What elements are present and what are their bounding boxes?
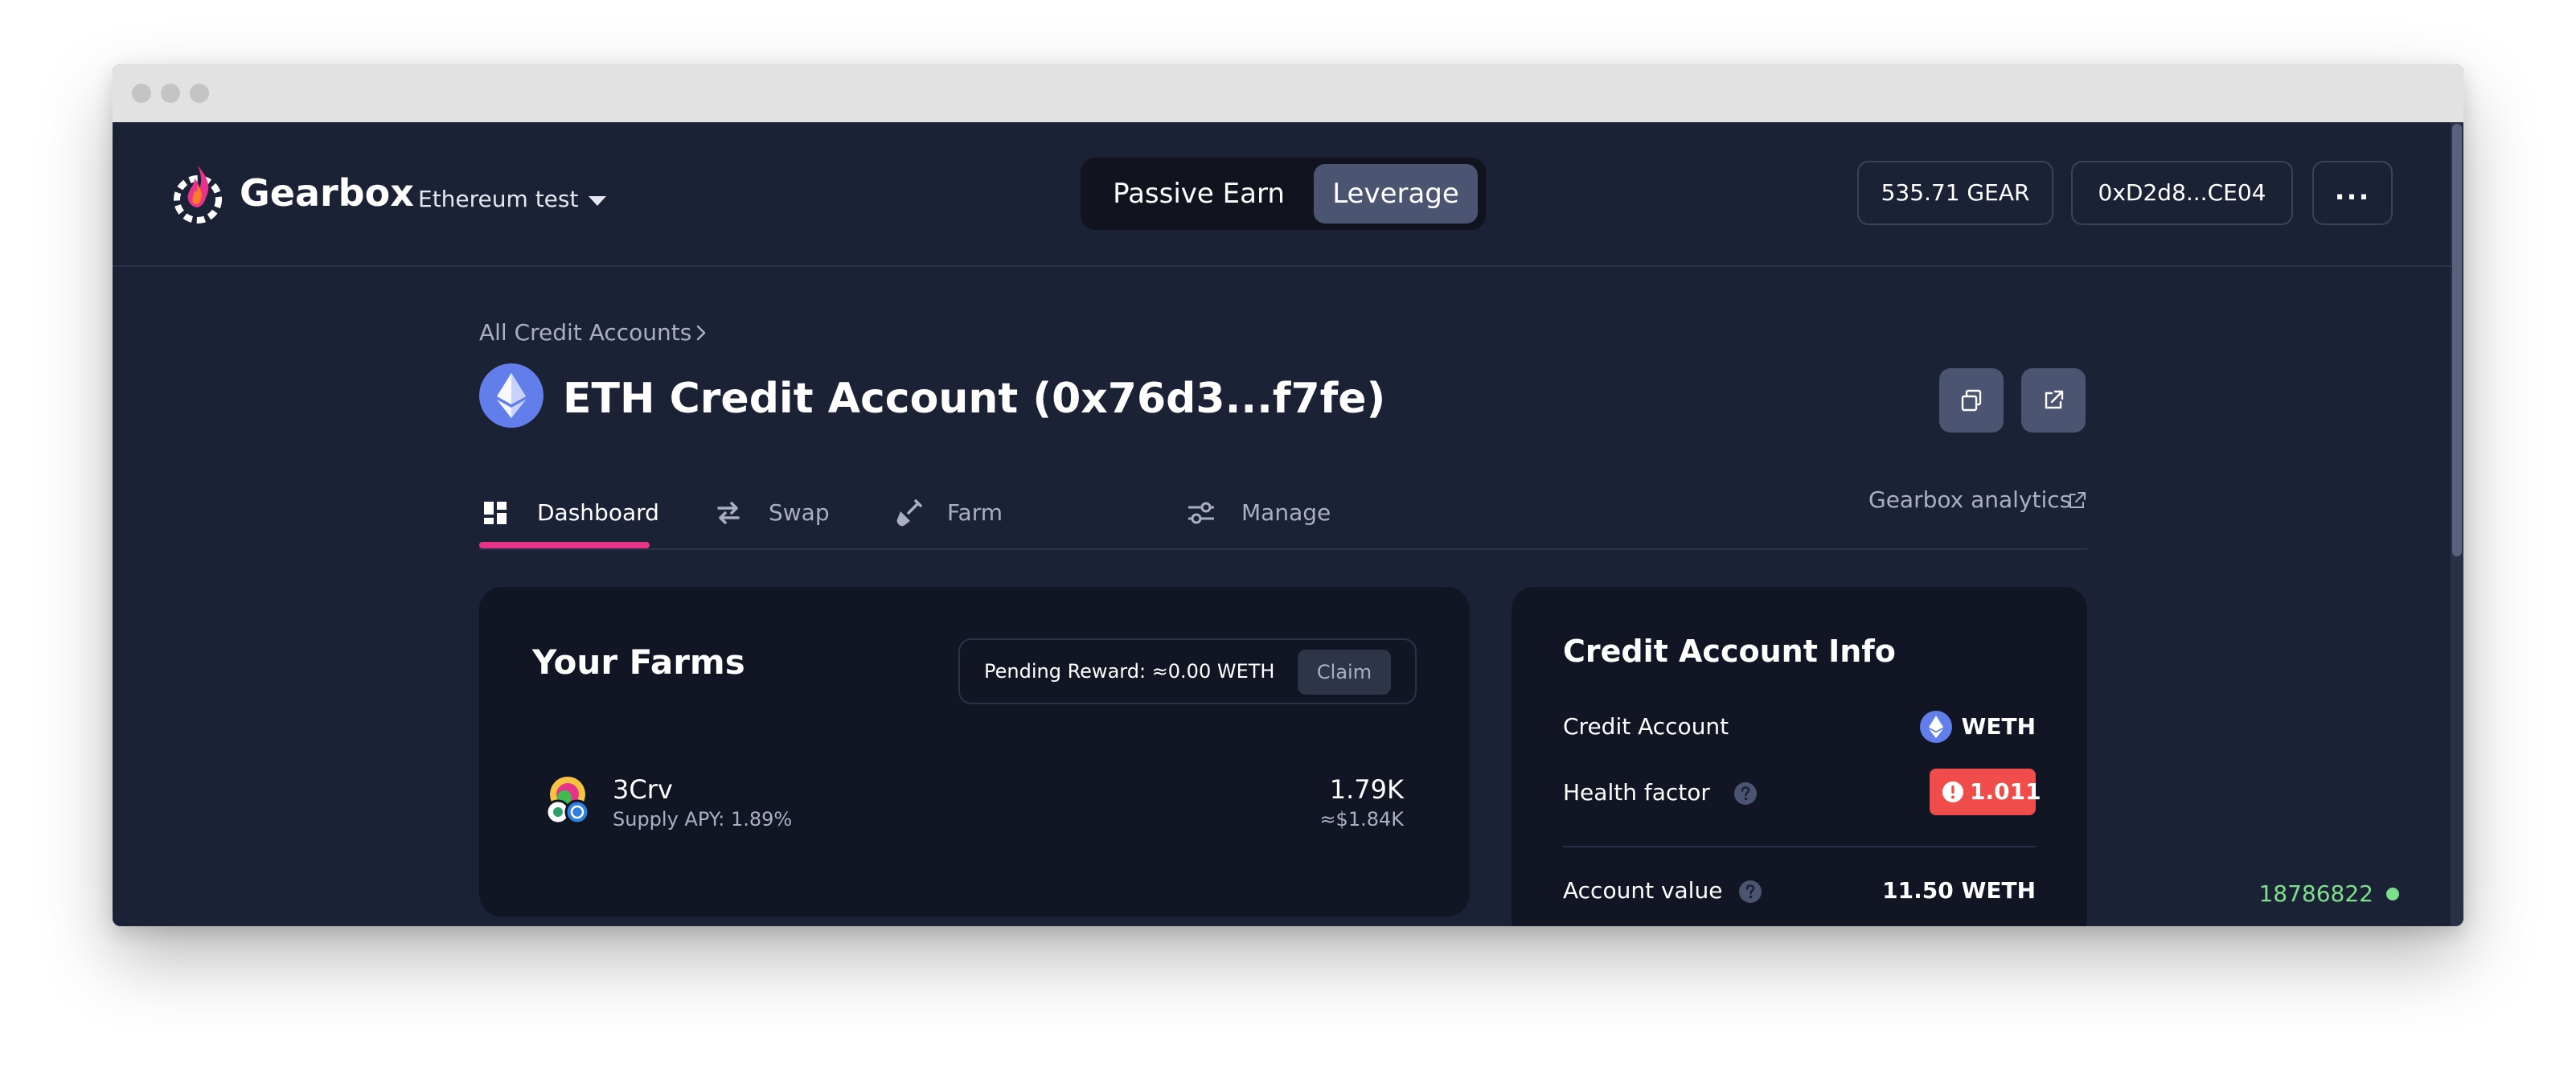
chevron-right-icon — [696, 325, 706, 341]
help-question-icon[interactable] — [1738, 880, 1762, 904]
window-titlebar — [113, 64, 2463, 122]
credit-account-info-card: Credit Account Info Credit Account WETH … — [1512, 587, 2087, 926]
farm-name[interactable]: 3Crv — [613, 773, 673, 806]
claim-button[interactable]: Claim — [1298, 650, 1391, 695]
account-value: 11.50 WETH — [1882, 877, 2036, 904]
health-factor-value: 1.011 — [1970, 778, 2041, 805]
external-link-icon[interactable] — [2066, 490, 2087, 511]
gearbox-analytics-link[interactable]: Gearbox analytics — [1868, 486, 2071, 515]
tab-farm-label: Farm — [947, 499, 1003, 526]
health-factor-label: Health factor — [1563, 779, 1710, 806]
copy-address-button[interactable] — [1939, 368, 2004, 433]
wallet-address-button[interactable]: 0xD2d8...CE04 — [2071, 161, 2293, 225]
app-root: Gearbox Ethereum test Passive Earn Lever… — [113, 122, 2463, 926]
credit-account-asset: WETH — [1961, 713, 2036, 740]
mode-toggle: Passive Earn Leverage — [1081, 158, 1486, 230]
warning-alert-icon — [1942, 781, 1963, 802]
eth-token-icon — [479, 363, 544, 428]
weth-token-icon — [1920, 711, 1952, 743]
window-minimize-dot[interactable] — [161, 84, 180, 103]
dashboard-icon — [484, 502, 507, 524]
credit-account-label: Credit Account — [1563, 713, 1729, 740]
tab-dashboard-label: Dashboard — [537, 499, 659, 526]
3crv-token-icon — [545, 777, 590, 825]
farm-shovel-icon — [896, 499, 922, 527]
scrollbar-thumb[interactable] — [2452, 124, 2462, 556]
gear-balance-button[interactable]: 535.71 GEAR — [1857, 161, 2053, 225]
external-link-icon — [2045, 390, 2064, 409]
your-farms-card: Your Farms Pending Reward: ≈0.00 WETH Cl… — [479, 587, 1470, 917]
tab-dashboard[interactable]: Dashboard — [479, 486, 659, 550]
gearbox-logo-icon[interactable] — [170, 161, 225, 225]
pending-reward-box: Pending Reward: ≈0.00 WETH Claim — [958, 638, 1417, 704]
active-tab-indicator — [479, 542, 650, 548]
info-divider — [1563, 846, 2036, 847]
tab-manage-label: Manage — [1241, 499, 1331, 526]
credit-account-info-title: Credit Account Info — [1563, 634, 1896, 669]
browser-window: Gearbox Ethereum test Passive Earn Lever… — [113, 64, 2463, 926]
page-scrollbar[interactable] — [2451, 122, 2463, 926]
top-header: Gearbox Ethereum test Passive Earn Lever… — [113, 122, 2463, 267]
swap-icon — [717, 502, 740, 524]
tab-swap-label: Swap — [769, 499, 830, 526]
farm-amount: 1.79K — [1329, 774, 1404, 805]
tab-farm[interactable]: Farm — [892, 486, 1005, 550]
open-explorer-button[interactable] — [2021, 368, 2086, 433]
more-dots-icon: ... — [2334, 174, 2371, 207]
tab-manage[interactable]: Manage — [1185, 486, 1331, 550]
brand-name[interactable]: Gearbox — [240, 170, 414, 215]
page-title: ETH Credit Account (0x76d3...f7fe) — [563, 375, 1386, 423]
copy-icon — [1961, 389, 1982, 412]
your-farms-title: Your Farms — [532, 642, 745, 682]
network-selector[interactable]: Ethereum test — [418, 185, 578, 214]
pending-reward-text: Pending Reward: ≈0.00 WETH — [984, 660, 1275, 683]
farm-supply-apy: Supply APY: 1.89% — [613, 808, 793, 831]
sliders-icon — [1188, 502, 1214, 524]
block-status-dot — [2386, 888, 2399, 900]
account-value-label: Account value — [1563, 877, 1723, 904]
window-close-dot[interactable] — [132, 84, 151, 103]
block-number: 18786822 — [2258, 880, 2373, 907]
caret-down-icon[interactable] — [589, 196, 606, 206]
health-factor-badge: 1.011 — [1930, 769, 2041, 815]
help-question-icon[interactable] — [1733, 781, 1758, 806]
leverage-toggle[interactable]: Leverage — [1314, 164, 1478, 224]
tab-swap[interactable]: Swap — [712, 486, 833, 550]
passive-earn-toggle[interactable]: Passive Earn — [1090, 164, 1307, 224]
more-menu-button[interactable]: ... — [2312, 161, 2393, 225]
breadcrumb-all-credit-accounts[interactable]: All Credit Accounts — [479, 318, 691, 347]
window-maximize-dot[interactable] — [190, 84, 209, 103]
farm-usd-value: ≈$1.84K — [1319, 808, 1404, 831]
